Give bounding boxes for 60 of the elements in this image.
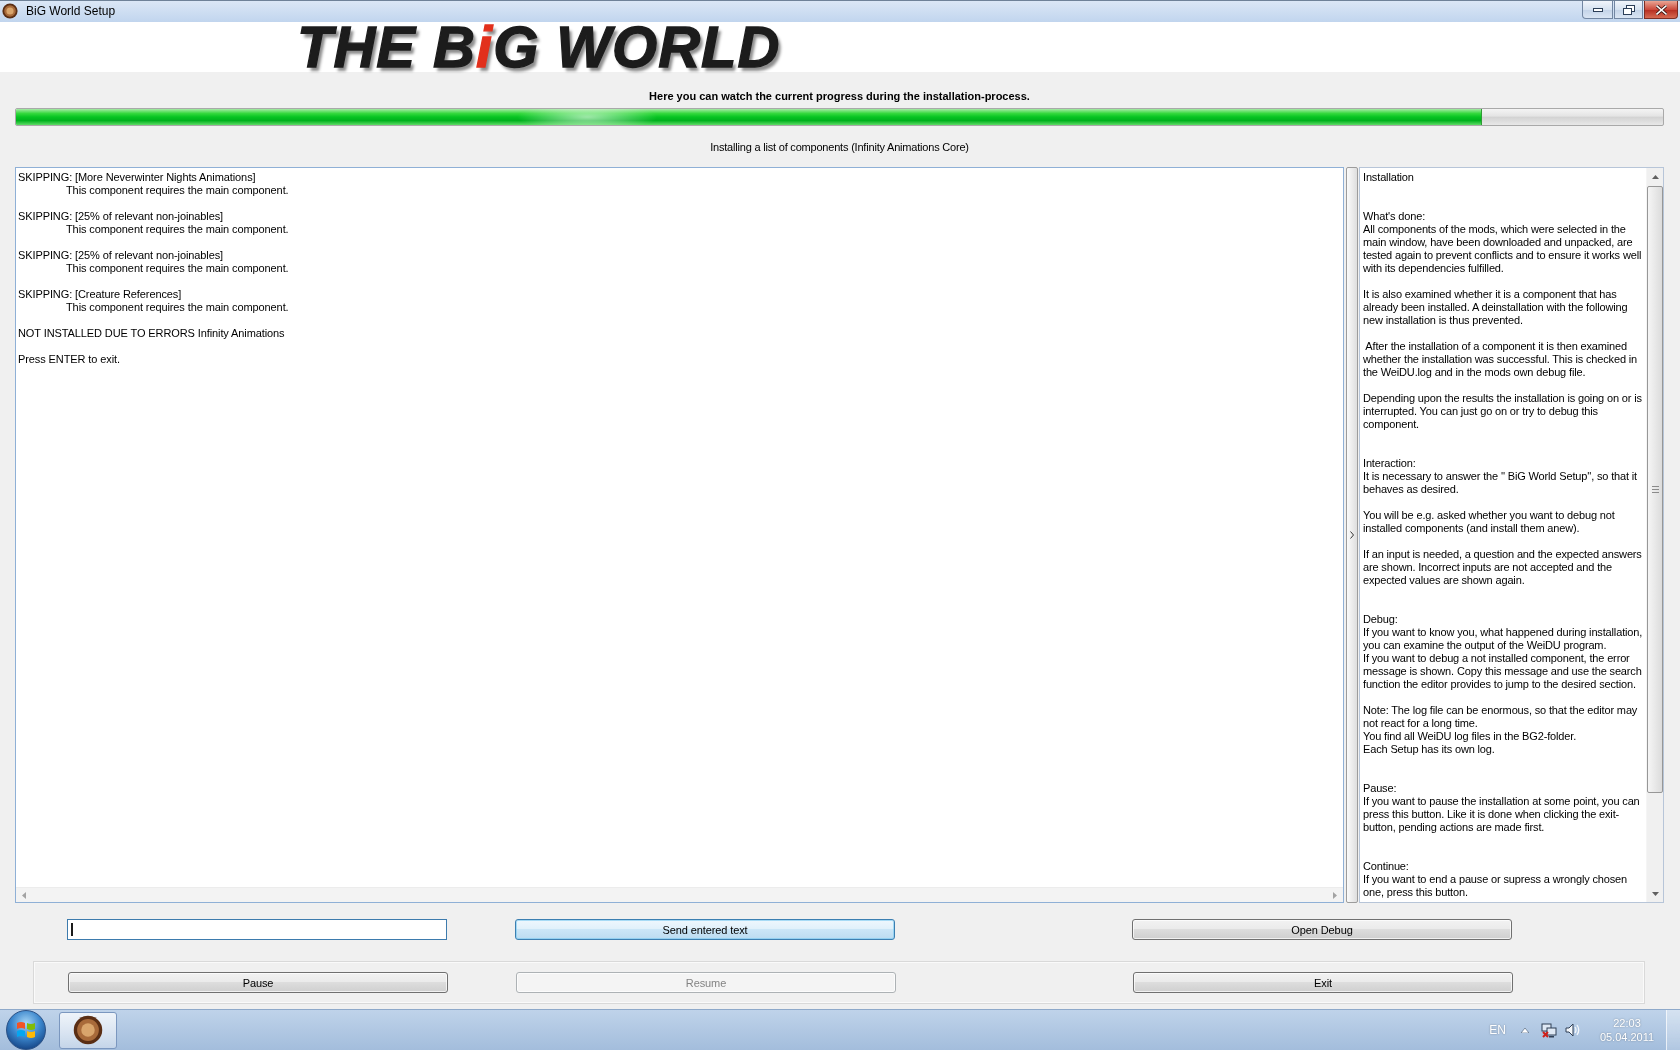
help-paragraph: It is also examined whether it is a component that has already been installed. A deinstallation with the following new installation is thus prevented. xyxy=(1363,288,1628,327)
logo-text: THE BiG WORLD xyxy=(297,22,781,72)
log-line: This component requires the main component. xyxy=(66,184,289,197)
scrollbar-thumb[interactable] xyxy=(1647,186,1663,794)
help-heading: What's done: xyxy=(1363,210,1426,223)
help-paragraph: If an input is needed, a question and the expected answers are shown. Incorrect inputs are not accepted and the expected values are shown again. xyxy=(1363,548,1642,587)
close-button[interactable] xyxy=(1644,1,1678,19)
caret-right-icon xyxy=(1333,891,1337,899)
help-paragraph: After the installation of a component it is then examined whether the installation was successful. This is checked in the WeiDU.log and in the mods own debug file. xyxy=(1363,340,1638,379)
send-button[interactable]: Send entered text xyxy=(515,919,895,940)
input-field[interactable] xyxy=(67,919,447,940)
grip-icon xyxy=(1651,486,1659,494)
help-paragraph: Note: The log file can be enormous, so that the editor may not react for a long time. You find all WeiDU log files in the BG2-folder. Each Setup has its own log. xyxy=(1363,704,1638,756)
app-icon xyxy=(73,1015,103,1045)
minimize-button[interactable] xyxy=(1582,1,1613,19)
chevron-right-icon xyxy=(1350,531,1354,539)
restore-button[interactable] xyxy=(1614,1,1643,19)
help-paragraph: If you want to know you, what happened during installation, you can examine the output of the WeiDU program. If you want to debug a not installed component, the error message is shown. Copy this message and use the search function the editor provides to jump to the desired section. xyxy=(1363,626,1643,691)
log-line: This component requires the main component. xyxy=(66,223,289,236)
caret-down-icon xyxy=(1651,891,1659,896)
splitter-bar[interactable] xyxy=(1346,167,1358,903)
help-paragraph: You will be e.g. asked whether you want to debug not installed components (and install them anew). xyxy=(1363,509,1615,535)
network-icon[interactable] xyxy=(1541,1022,1557,1038)
vertical-scrollbar[interactable] xyxy=(1646,168,1663,902)
help-heading: Interaction: xyxy=(1363,457,1416,470)
help-paragraph: It is necessary to answer the '' BiG World Setup'', so that it behaves as desired. xyxy=(1363,470,1638,496)
log-line: SKIPPING: [25% of relevant non-joinables] xyxy=(18,210,223,223)
progress-caption: Here you can watch the current progress during the installation-process. xyxy=(649,89,1030,103)
help-paragraph: Depending upon the results the installation is going on or is interrupted. You can just go on or try to debug this component. xyxy=(1363,392,1642,431)
log-line: SKIPPING: [25% of relevant non-joinables] xyxy=(18,249,223,262)
log-line: NOT INSTALLED DUE TO ERRORS Infinity Animations xyxy=(18,327,285,340)
help-heading: Continue: xyxy=(1363,860,1409,873)
log-line: SKIPPING: [More Neverwinter Nights Animations] xyxy=(18,171,256,184)
log-line: Press ENTER to exit. xyxy=(18,353,120,366)
log-line: SKIPPING: [Creature References] xyxy=(18,288,182,301)
horizontal-scrollbar[interactable] xyxy=(16,887,1343,902)
taskbar-app-button[interactable] xyxy=(59,1011,117,1049)
window-title: BiG World Setup xyxy=(26,3,116,20)
log-line: This component requires the main component. xyxy=(66,301,289,314)
log-line: This component requires the main component. xyxy=(66,262,289,275)
restore-icon xyxy=(1622,4,1635,15)
triangle-up-icon[interactable] xyxy=(1521,1027,1529,1033)
windows-logo-icon xyxy=(16,1021,36,1039)
help-heading: Debug: xyxy=(1363,613,1398,626)
control-button[interactable]: Exit xyxy=(1133,972,1513,993)
caret-up-icon xyxy=(1651,174,1659,179)
caret-left-icon xyxy=(22,891,26,899)
status-text: Installing a list of components (Infinity Animations Core) xyxy=(710,140,969,154)
close-icon xyxy=(1655,4,1667,15)
start-button[interactable] xyxy=(6,1010,46,1050)
help-heading: Pause: xyxy=(1363,782,1397,795)
speaker-icon[interactable] xyxy=(1565,1022,1581,1038)
minimize-icon xyxy=(1592,7,1603,12)
control-button[interactable]: Pause xyxy=(68,972,448,993)
help-title: Installation xyxy=(1363,171,1414,184)
help-paragraph: If you want to pause the installation at some point, you can press this button. Like it is done when clicking the exit- button, pending actions are made first. xyxy=(1363,795,1640,834)
help-paragraph: If you want to end a pause or supress a wrongly chosen one, press this button. xyxy=(1363,873,1627,899)
help-paragraph: All components of the mods, which were selected in the main window, have been downloaded and unpacked, are tested again to prevent conflicts and to ensure it works well with its dependencies fulfilled. xyxy=(1363,223,1642,275)
app-icon xyxy=(2,3,18,19)
debug-button[interactable]: Open Debug xyxy=(1132,919,1512,940)
